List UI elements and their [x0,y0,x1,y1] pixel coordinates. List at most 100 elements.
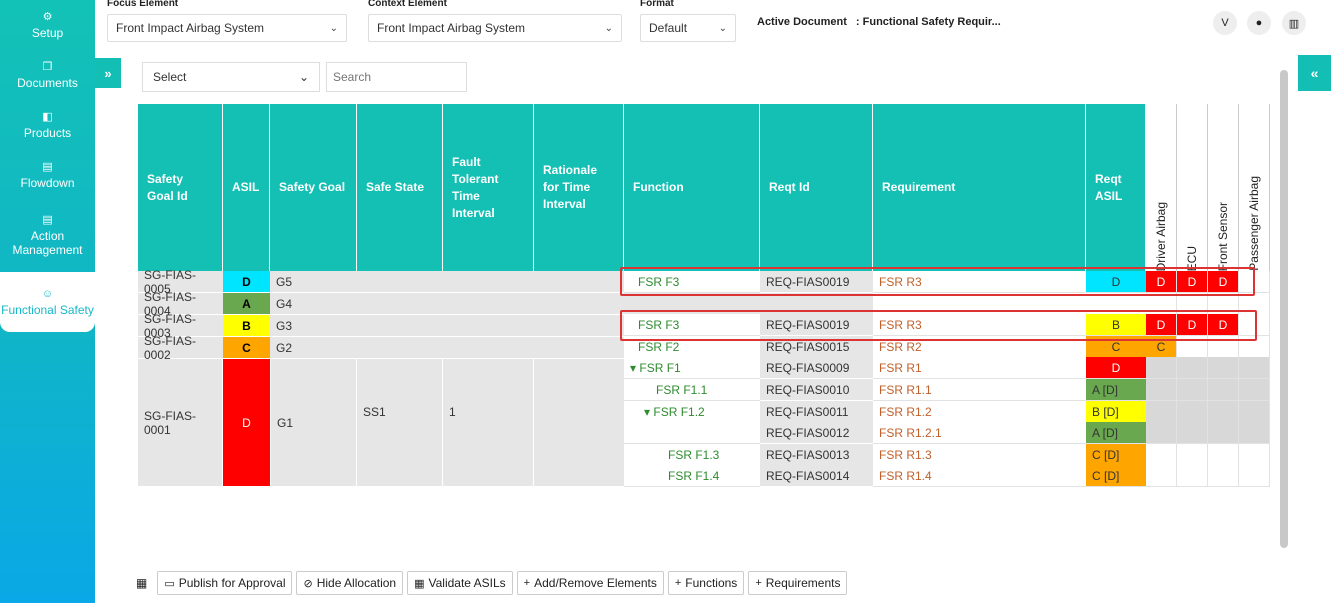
search-input[interactable] [326,62,467,92]
safe-state-cell: SS1 [357,359,443,487]
sidebar-item-label: Documents [17,76,78,90]
chart-icon[interactable]: ▥ [1282,11,1306,35]
allocation-cell [1146,357,1177,379]
drop-icon[interactable]: ● [1247,11,1271,35]
alloc-label: Passenger Airbag [1246,176,1261,271]
header-asil[interactable]: ASIL [223,104,270,271]
allocation-cell [1177,465,1208,487]
add-remove-elements-button[interactable]: + Add/Remove Elements [516,571,664,595]
safety-goal-cell: G1 [270,359,357,487]
asil-badge: D [223,359,270,487]
button-label: Publish for Approval [178,576,286,590]
asil-badge: B [223,315,270,337]
header-safe-state[interactable]: Safe State [357,104,443,271]
gear-icon: ⚙ [42,11,53,23]
header-alloc-passenger-airbag[interactable]: Passenger Airbag [1239,104,1270,271]
filter-select[interactable]: Select ⌄ [142,62,320,92]
allocation-cell [1177,401,1208,423]
asil-badge: C [223,337,270,359]
button-label: Validate ASILs [428,576,506,590]
requirements-button[interactable]: + Requirements [748,571,848,595]
active-document-label: Active Document [757,16,847,28]
header-rationale[interactable]: Rationale for Time Interval [534,104,624,271]
safety-goal-cell: G5 [270,271,357,293]
safe-state-cell [357,271,443,293]
highlight-box [620,310,1257,341]
format-select[interactable]: Default ⌄ [640,14,736,42]
building-icon: ▦ [414,577,425,590]
requirement-cell: FSR R1.1 [873,379,1086,401]
expand-left-button[interactable]: » [95,58,121,88]
building-icon: ▤ [42,214,53,226]
allocation-cell [1239,379,1270,401]
safety-goal-cell: G3 [270,315,357,337]
ftti-cell [443,337,534,359]
sidebar-item-label: Setup [31,26,64,40]
validate-asils-button[interactable]: ▦ Validate ASILs [407,571,513,595]
allocation-cell [1146,422,1177,444]
asil-badge: D [223,271,270,293]
context-element-select[interactable]: Front Impact Airbag System ⌄ [368,14,622,42]
vertical-scrollbar[interactable] [1280,70,1288,548]
focus-element-value: Front Impact Airbag System [116,21,265,35]
version-icon[interactable]: V [1213,11,1237,35]
rationale-cell [534,337,624,359]
expand-right-button[interactable]: « [1298,55,1331,91]
header-safety-goal-id[interactable]: Safety Goal Id [138,104,223,271]
sidebar-item-label: Products [23,126,72,140]
sidebar-item-action-management[interactable]: ▤ Action Management [0,200,95,270]
chevron-down-icon: ⌄ [718,22,727,34]
safety-goal-id-cell: SG-FIAS-0001 [138,359,223,487]
focus-element-label: Focus Element [107,0,179,9]
chevron-down-icon: ⌄ [604,22,613,34]
functions-button[interactable]: + Functions [667,571,745,595]
bottom-toolbar: ▦ ▭ Publish for Approval ⊘ Hide Allocation… [130,571,848,595]
allocation-cell [1239,444,1270,466]
format-value: Default [649,21,688,35]
header-alloc-ecu[interactable]: ECU [1177,104,1208,271]
safe-state-cell [357,315,443,337]
building-icon: ▤ [42,161,53,173]
sidebar-item-documents[interactable]: ❐ Documents [0,50,95,100]
header-requirement[interactable]: Requirement [873,104,1086,271]
reqt-asil-cell: A [D] [1086,379,1146,401]
reqt-id-cell: REQ-FIAS0009 [760,357,873,379]
allocation-cell [1208,465,1239,487]
allocation-cell [1239,357,1270,379]
alloc-label: Driver Airbag [1153,201,1168,271]
allocation-cell [1239,465,1270,487]
publish-for-approval-button[interactable]: ▭ Publish for Approval [157,571,293,595]
header-function[interactable]: Function [624,104,760,271]
grid-menu-button[interactable]: ▦ [130,571,154,595]
allocation-cell [1177,357,1208,379]
hide-allocation-button[interactable]: ⊘ Hide Allocation [296,571,404,595]
sidebar-item-functional-safety[interactable]: ☺ Functional Safety [0,272,95,332]
requirement-cell: FSR R1 [873,357,1086,379]
highlight-box [620,267,1255,296]
header-ftti[interactable]: Fault Tolerant Time Interval [443,104,534,271]
allocation-cell [1208,422,1239,444]
safety-goal-cell: G4 [270,293,357,315]
smile-icon: ☺ [41,288,54,300]
header-reqt-asil[interactable]: Reqt ASIL [1086,104,1146,271]
button-label: Requirements [765,576,841,590]
allocation-cell [1146,401,1177,423]
plus-icon: + [755,577,762,589]
cube-icon: ◧ [42,111,53,123]
sidebar-item-flowdown[interactable]: ▤ Flowdown [0,150,95,200]
allocation-cell [1146,379,1177,401]
header-reqt-id[interactable]: Reqt Id [760,104,873,271]
eye-slash-icon: ⊘ [303,577,313,590]
asil-badge: A [223,293,270,315]
reqt-asil-cell: B [D] [1086,401,1146,423]
sidebar-item-setup[interactable]: ⚙ Setup [0,0,95,50]
allocation-cell [1146,465,1177,487]
focus-element-select[interactable]: Front Impact Airbag System ⌄ [107,14,347,42]
reqt-asil-cell: D [1086,357,1146,379]
header-safety-goal[interactable]: Safety Goal [270,104,357,271]
allocation-cell [1177,444,1208,466]
sidebar-item-products[interactable]: ◧ Products [0,100,95,150]
header-alloc-driver-airbag[interactable]: Driver Airbag [1146,104,1177,271]
function-cell: ▾ FSR F1 [624,357,760,379]
header-alloc-front-sensor[interactable]: Front Sensor [1208,104,1239,271]
